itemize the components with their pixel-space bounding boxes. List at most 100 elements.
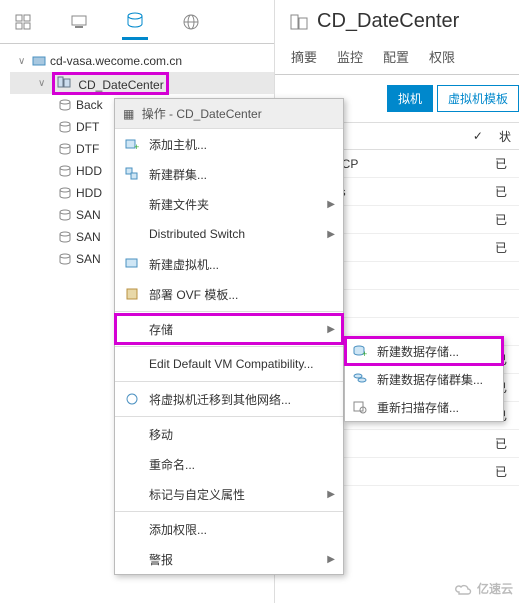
menu-label: 新建虚拟机... [149,256,219,273]
menu-new-vm[interactable]: 新建虚拟机... [115,249,343,279]
page-title: CD_DateCenter [317,10,459,33]
menu-migrate-net[interactable]: 将虚拟机迁移到其他网络... [115,384,343,414]
datastore-icon [58,252,72,266]
tree-item-label: HDD [76,186,102,200]
tree-item-label: SAN [76,208,101,222]
datastore-icon [58,98,72,112]
submenu-arrow-icon: ▶ [327,554,335,565]
menu-storage[interactable]: 存储 ▶ [115,314,343,344]
menu-label: 添加权限... [149,521,207,538]
menu-label: 新建文件夹 [149,196,209,213]
datastore-add-icon: + [353,344,373,358]
vm-status: 已 [495,183,519,200]
menu-edit-compat[interactable]: Edit Default VM Compatibility... [115,349,343,379]
menu-separator [115,416,343,417]
network-icon [125,392,145,406]
tree-datacenter-label: CD_DateCenter [78,78,163,92]
menu-add-perm[interactable]: 添加权限... [115,514,343,544]
ds-cluster-icon [353,372,373,386]
detail-tabs: 摘要 监控 配置 权限 [275,39,519,75]
menu-new-folder[interactable]: 新建文件夹▶ [115,189,343,219]
menu-label: Edit Default VM Compatibility... [149,357,314,371]
datastore-icon [58,120,72,134]
menu-separator [115,311,343,312]
tab-configure[interactable]: 配置 [373,39,419,74]
datacenter-icon [57,75,71,89]
datastore-icon [58,142,72,156]
storage-submenu: + 新建数据存储... 新建数据存储群集... 重新扫描存储... [344,336,504,422]
actions-icon: ▦ [123,107,134,121]
vm-status: 已 [495,211,519,228]
menu-deploy-ovf[interactable]: 部署 OVF 模板... [115,279,343,309]
status-col[interactable]: 状 [491,128,519,145]
ovf-icon [125,287,145,301]
tree-item-label: Back [76,98,103,112]
menu-label: 警报 [149,551,173,568]
submenu-arrow-icon: ▶ [327,229,335,240]
nav-tab-storage[interactable] [122,3,148,40]
menu-label: 标记与自定义属性 [149,486,245,503]
vcenter-icon [32,54,46,68]
menu-label: 将虚拟机迁移到其他网络... [149,391,291,408]
tab-permissions[interactable]: 权限 [419,39,465,74]
menu-separator [115,381,343,382]
menu-label: 移动 [149,426,173,443]
submenu-new-ds-cluster[interactable]: 新建数据存储群集... [345,365,503,393]
menu-new-cluster[interactable]: 新建群集... [115,159,343,189]
datastore-icon [58,230,72,244]
menu-rename[interactable]: 重命名... [115,449,343,479]
tree-item-label: DFT [76,120,99,134]
menu-label: 添加主机... [149,136,207,153]
tree-root-label: cd-vasa.wecome.com.cn [50,54,182,68]
datastore-icon [58,186,72,200]
page-header: CD_DateCenter [275,0,519,39]
watermark-logo: 亿速云 [453,580,513,597]
tree-item-label: HDD [76,164,102,178]
expand-icon[interactable]: ∨ [18,56,30,67]
vm-status: 已 [495,463,519,480]
pill-vms[interactable]: 拟机 [387,85,433,112]
host-add-icon: + [125,137,145,151]
svg-text:+: + [362,349,367,358]
tab-monitor[interactable]: 监控 [327,39,373,74]
context-menu-title: ▦ 操作 - CD_DateCenter [115,99,343,129]
expand-icon[interactable]: ∨ [38,78,50,89]
watermark-text: 亿速云 [477,580,513,597]
menu-label: 部署 OVF 模板... [149,286,238,303]
menu-alerts[interactable]: 警报 ▶ [115,544,343,574]
submenu-label: 新建数据存储群集... [377,371,483,388]
context-menu-title-label: 操作 - CD_DateCenter [142,107,262,121]
nav-tab-vms[interactable] [66,5,92,39]
menu-add-host[interactable]: + 添加主机... [115,129,343,159]
nav-tab-network[interactable] [178,5,204,39]
menu-dswitch[interactable]: Distributed Switch▶ [115,219,343,249]
nav-tab-hosts[interactable] [10,5,36,39]
context-menu: ▦ 操作 - CD_DateCenter + 添加主机... 新建群集... 新建… [114,98,344,575]
menu-move[interactable]: 移动 [115,419,343,449]
menu-label: 新建群集... [149,166,207,183]
datastore-icon [58,164,72,178]
menu-separator [115,511,343,512]
tree-item-label: SAN [76,252,101,266]
submenu-arrow-icon: ▶ [327,324,335,335]
tab-summary[interactable]: 摘要 [281,39,327,74]
rescan-icon [353,400,373,414]
menu-tags[interactable]: 标记与自定义属性 ▶ [115,479,343,509]
menu-label: 存储 [149,321,173,338]
menu-separator [115,346,343,347]
datacenter-icon [289,12,309,32]
datastore-icon [58,208,72,222]
submenu-new-datastore[interactable]: + 新建数据存储... [345,337,503,365]
cluster-icon [125,167,145,181]
submenu-label: 新建数据存储... [377,343,459,360]
tree-datacenter[interactable]: ∨ CD_DateCenter [10,72,274,94]
tree-root[interactable]: ∨ cd-vasa.wecome.com.cn [10,50,274,72]
submenu-rescan[interactable]: 重新扫描存储... [345,393,503,421]
vm-status: 已 [495,155,519,172]
pill-templates[interactable]: 虚拟机模板 [437,85,519,112]
cloud-icon [453,582,475,596]
nav-tabs [0,0,274,44]
submenu-arrow-icon: ▶ [327,489,335,500]
sort-icon[interactable]: ✓ [465,129,491,143]
vm-icon [125,257,145,271]
